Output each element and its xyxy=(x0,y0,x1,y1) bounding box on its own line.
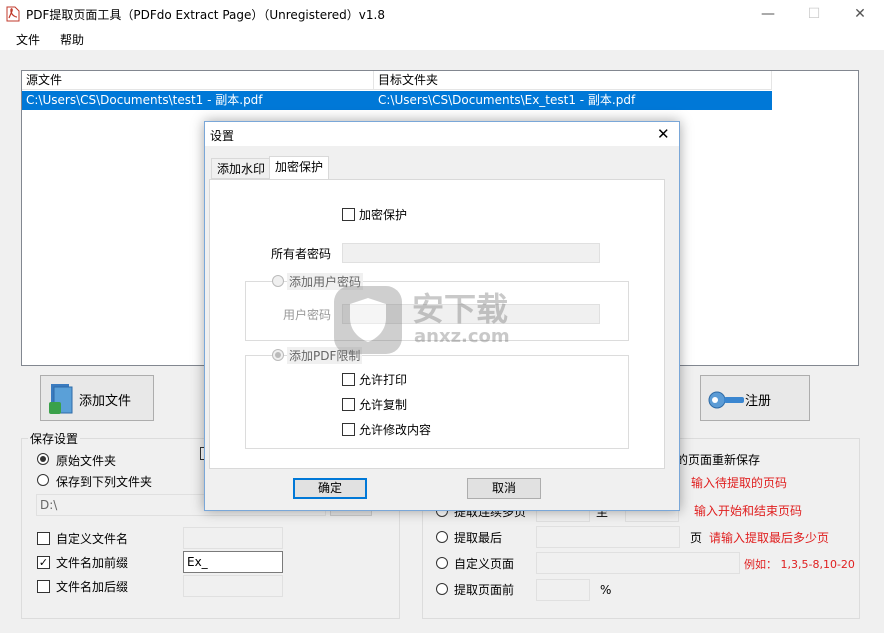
user-password-label: 用户密码 xyxy=(283,308,332,322)
custom-pages-radio[interactable] xyxy=(436,557,448,569)
window-title: PDF提取页面工具（PDFdo Extract Page）（Unregister… xyxy=(26,8,385,22)
custom-name-checkbox[interactable] xyxy=(37,532,50,545)
encrypt-label: 加密保护 xyxy=(359,208,408,222)
hint-last: 请输入提取最后多少页 xyxy=(709,531,830,545)
custom-name-label: 自定义文件名 xyxy=(56,532,129,546)
register-button[interactable]: 注册 xyxy=(700,375,810,421)
custom-pages-label: 自定义页面 xyxy=(454,557,515,571)
original-folder-radio[interactable] xyxy=(37,453,49,465)
resave-pages-label: 的页面重新保存 xyxy=(676,453,761,467)
source-file-cell: C:\Users\CS\Documents\test1 - 副本.pdf xyxy=(26,93,263,107)
add-prefix-checkbox[interactable]: ✓ xyxy=(37,556,50,569)
add-suffix-label: 文件名加后缀 xyxy=(56,580,129,594)
column-header-source[interactable]: 源文件 xyxy=(22,71,374,90)
save-to-folder-label: 保存到下列文件夹 xyxy=(56,475,153,489)
hint-custom: 例如： 1,3,5-8,10-20 xyxy=(744,558,855,571)
tab-encrypt[interactable]: 加密保护 xyxy=(269,156,330,180)
extract-front-label: 提取页面前 xyxy=(454,583,515,597)
save-settings-title: 保存设置 xyxy=(28,430,81,447)
add-prefix-label: 文件名加前缀 xyxy=(56,556,129,570)
allow-copy-checkbox[interactable] xyxy=(342,398,355,411)
last-pages-input[interactable] xyxy=(536,526,680,548)
register-label: 注册 xyxy=(745,394,772,409)
extract-last-radio[interactable] xyxy=(436,531,448,543)
cancel-button[interactable]: 取消 xyxy=(467,478,541,499)
column-header-target[interactable]: 目标文件夹 xyxy=(374,71,772,90)
allow-print-label: 允许打印 xyxy=(359,373,408,387)
tab-watermark[interactable]: 添加水印 xyxy=(211,158,272,179)
menu-bar: 文件 帮助 xyxy=(0,28,884,50)
allow-modify-checkbox[interactable] xyxy=(342,423,355,436)
add-file-label: 添加文件 xyxy=(79,394,132,409)
front-percent-input[interactable] xyxy=(536,579,590,601)
add-user-password-radio[interactable] xyxy=(272,275,284,287)
dialog-close-button[interactable]: ✕ xyxy=(657,125,670,143)
app-pdf-icon xyxy=(6,6,20,22)
last-unit-label: 页 xyxy=(690,531,703,545)
watermark-cn: 安下载 xyxy=(412,290,509,328)
close-button[interactable]: ✕ xyxy=(837,0,883,28)
percent-label: % xyxy=(600,583,612,597)
owner-password-label: 所有者密码 xyxy=(271,247,332,261)
allow-modify-label: 允许修改内容 xyxy=(359,423,432,437)
add-file-icon xyxy=(49,384,73,414)
site-watermark: 安下载 anxz.com xyxy=(330,282,560,362)
prefix-input[interactable]: Ex_ xyxy=(183,551,283,573)
hint-pages: 输入待提取的页码 xyxy=(691,476,788,490)
minimize-button[interactable]: — xyxy=(745,0,791,28)
allow-copy-label: 允许复制 xyxy=(359,398,408,412)
extract-front-radio[interactable] xyxy=(436,583,448,595)
target-file-cell: C:\Users\CS\Documents\Ex_test1 - 副本.pdf xyxy=(378,93,636,107)
custom-pages-input[interactable] xyxy=(536,552,740,574)
ok-button[interactable]: 确定 xyxy=(293,478,367,499)
maximize-button[interactable]: ☐ xyxy=(791,0,837,28)
allow-print-checkbox[interactable] xyxy=(342,373,355,386)
add-suffix-checkbox[interactable] xyxy=(37,580,50,593)
watermark-en: anxz.com xyxy=(414,326,510,347)
pdf-restrictions-radio[interactable] xyxy=(272,349,284,361)
title-bar: PDF提取页面工具（PDFdo Extract Page）（Unregister… xyxy=(0,0,884,28)
extract-last-label: 提取最后 xyxy=(454,531,503,545)
original-folder-label: 原始文件夹 xyxy=(56,454,117,468)
menu-file[interactable]: 文件 xyxy=(16,31,40,48)
key-icon xyxy=(708,391,744,409)
dialog-title: 设置 xyxy=(210,129,235,143)
pdf-restrictions-group xyxy=(245,355,629,449)
owner-password-input[interactable] xyxy=(342,243,600,263)
save-to-folder-radio[interactable] xyxy=(37,474,49,486)
add-file-button[interactable]: 添加文件 xyxy=(40,375,154,421)
shield-watermark-icon xyxy=(334,286,402,354)
menu-help[interactable]: 帮助 xyxy=(60,31,84,48)
hint-range: 输入开始和结束页码 xyxy=(694,504,803,518)
dialog-title-bar: 设置 ✕ xyxy=(205,122,679,146)
custom-name-input[interactable] xyxy=(183,527,283,549)
suffix-input[interactable] xyxy=(183,575,283,597)
encrypt-checkbox[interactable] xyxy=(342,208,355,221)
